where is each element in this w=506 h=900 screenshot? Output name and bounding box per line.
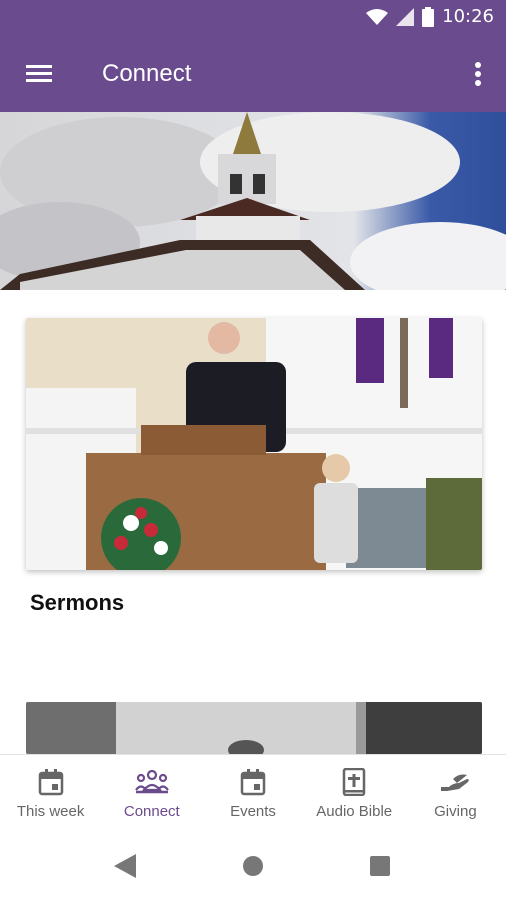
sermons-card[interactable] — [26, 318, 482, 570]
sermons-image — [26, 318, 482, 570]
nav-audio-bible[interactable]: Audio Bible — [304, 755, 405, 835]
calendar-icon — [240, 769, 266, 796]
battery-icon — [422, 6, 435, 27]
nav-label: This week — [16, 803, 85, 820]
page-title: Connect — [102, 60, 192, 87]
nav-label: Connect — [123, 803, 180, 820]
card-title: Sermons — [30, 590, 125, 615]
card-image — [26, 702, 482, 754]
nav-label: Audio Bible — [316, 803, 393, 820]
signal-icon — [396, 7, 415, 26]
hand-icon — [441, 774, 470, 791]
nav-label: Giving — [434, 803, 477, 820]
bottom-nav: This week Connect Events Audio Bible Giv… — [0, 754, 506, 835]
card-preview[interactable] — [26, 702, 482, 754]
home-icon[interactable] — [243, 856, 263, 876]
system-nav-bar — [0, 834, 506, 900]
status-bar: 10:26 — [0, 0, 506, 36]
bible-icon — [342, 768, 366, 796]
back-icon[interactable] — [114, 854, 136, 878]
nav-events[interactable]: Events — [202, 755, 303, 835]
people-icon — [134, 769, 169, 794]
nav-connect[interactable]: Connect — [101, 755, 202, 835]
nav-label: Events — [230, 803, 276, 820]
status-time: 10:26 — [442, 6, 494, 27]
calendar-icon — [38, 769, 63, 796]
more-vert-icon[interactable] — [468, 58, 488, 90]
nav-this-week[interactable]: This week — [0, 755, 101, 835]
app-bar: Connect — [0, 36, 506, 112]
recents-icon[interactable] — [370, 856, 390, 876]
hero-image — [0, 112, 506, 290]
nav-giving[interactable]: Giving — [405, 755, 506, 835]
menu-icon[interactable] — [22, 58, 58, 90]
wifi-icon — [366, 8, 389, 25]
status-icons: 10:26 — [366, 6, 494, 27]
